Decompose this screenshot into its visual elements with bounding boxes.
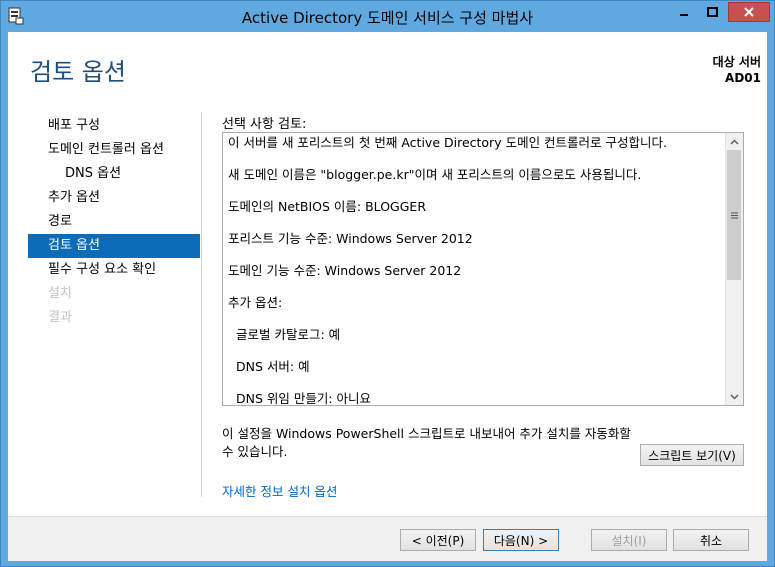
chevron-down-icon bbox=[730, 393, 739, 400]
scroll-thumb[interactable] bbox=[727, 150, 741, 280]
install-button: 설치(I) bbox=[591, 529, 667, 551]
powershell-text-line: 수 있습니다. bbox=[222, 444, 288, 459]
review-text-box[interactable]: 이 서버를 새 포리스트의 첫 번째 Active Directory 도메인 … bbox=[222, 132, 744, 406]
close-icon bbox=[744, 7, 754, 17]
maximize-icon bbox=[706, 7, 718, 17]
review-scrollbar[interactable] bbox=[725, 133, 743, 405]
target-server-label: 대상 서버 bbox=[712, 55, 761, 69]
scroll-down-button[interactable] bbox=[726, 388, 743, 405]
wizard-nav: 배포 구성 도메인 컨트롤러 옵션 DNS 옵션 추가 옵션 경로 검토 옵션 … bbox=[28, 114, 200, 330]
more-info-link[interactable]: 자세한 정보 설치 옵션 bbox=[222, 481, 337, 500]
page-title: 검토 옵션 bbox=[30, 58, 126, 86]
cancel-button[interactable]: 취소 bbox=[673, 529, 749, 551]
review-line: 포리스트 기능 수준: Windows Server 2012 bbox=[228, 231, 473, 246]
nav-item-paths[interactable]: 경로 bbox=[28, 210, 200, 234]
nav-item-review-options[interactable]: 검토 옵션 bbox=[28, 234, 200, 258]
grip-icon bbox=[730, 212, 738, 218]
nav-item-dns-options[interactable]: DNS 옵션 bbox=[28, 162, 200, 186]
wizard-footer: < 이전(P) 다음(N) > 설치(I) 취소 bbox=[8, 516, 767, 561]
review-line: 도메인의 NetBIOS 이름: BLOGGER bbox=[228, 199, 426, 214]
title-bar[interactable]: Active Directory 도메인 서비스 구성 마법사 bbox=[1, 1, 774, 31]
target-server-info: 대상 서버 AD01 bbox=[713, 54, 761, 86]
minimize-button[interactable] bbox=[671, 2, 697, 22]
nav-item-additional-options[interactable]: 추가 옵션 bbox=[28, 186, 200, 210]
powershell-text-line: 이 설정을 Windows PowerShell 스크립트로 내보내어 추가 설… bbox=[222, 426, 631, 441]
wizard-client-area: 검토 옵션 대상 서버 AD01 배포 구성 도메인 컨트롤러 옵션 DNS 옵… bbox=[8, 32, 767, 561]
target-server-name: AD01 bbox=[725, 71, 761, 85]
wizard-window: Active Directory 도메인 서비스 구성 마법사 검토 옵션 대상… bbox=[0, 0, 775, 567]
nav-divider bbox=[201, 112, 202, 497]
review-line: 도메인 기능 수준: Windows Server 2012 bbox=[228, 263, 462, 278]
review-line: DNS 위임 만들기: 아니요 bbox=[236, 391, 372, 406]
nav-item-dc-options[interactable]: 도메인 컨트롤러 옵션 bbox=[28, 138, 200, 162]
scroll-up-button[interactable] bbox=[726, 133, 743, 150]
review-line: 글로벌 카탈로그: 예 bbox=[236, 327, 341, 342]
previous-button[interactable]: < 이전(P) bbox=[400, 529, 476, 551]
nav-item-prerequisites-check[interactable]: 필수 구성 요소 확인 bbox=[28, 258, 200, 282]
powershell-description: 이 설정을 Windows PowerShell 스크립트로 내보내어 추가 설… bbox=[222, 425, 642, 461]
review-line: 새 도메인 이름은 "blogger.pe.kr"이며 새 포리스트의 이름으로… bbox=[228, 167, 642, 182]
nav-item-results: 결과 bbox=[48, 310, 72, 325]
review-line: DNS 서버: 예 bbox=[236, 359, 310, 374]
minimize-icon bbox=[680, 14, 688, 16]
review-label: 선택 사항 검토: bbox=[222, 117, 307, 132]
chevron-up-icon bbox=[730, 138, 739, 145]
window-title: Active Directory 도메인 서비스 구성 마법사 bbox=[241, 9, 534, 27]
review-line: 추가 옵션: bbox=[228, 295, 283, 310]
nav-item-installation: 설치 bbox=[48, 286, 72, 301]
next-button[interactable]: 다음(N) > bbox=[483, 529, 559, 551]
close-button[interactable] bbox=[728, 2, 770, 22]
review-lines: 이 서버를 새 포리스트의 첫 번째 Active Directory 도메인 … bbox=[228, 135, 723, 406]
maximize-button[interactable] bbox=[699, 2, 725, 22]
nav-item-deployment-config[interactable]: 배포 구성 bbox=[28, 114, 200, 138]
view-script-button[interactable]: 스크립트 보기(V) bbox=[640, 444, 744, 466]
review-line: 이 서버를 새 포리스트의 첫 번째 Active Directory 도메인 … bbox=[228, 135, 667, 150]
